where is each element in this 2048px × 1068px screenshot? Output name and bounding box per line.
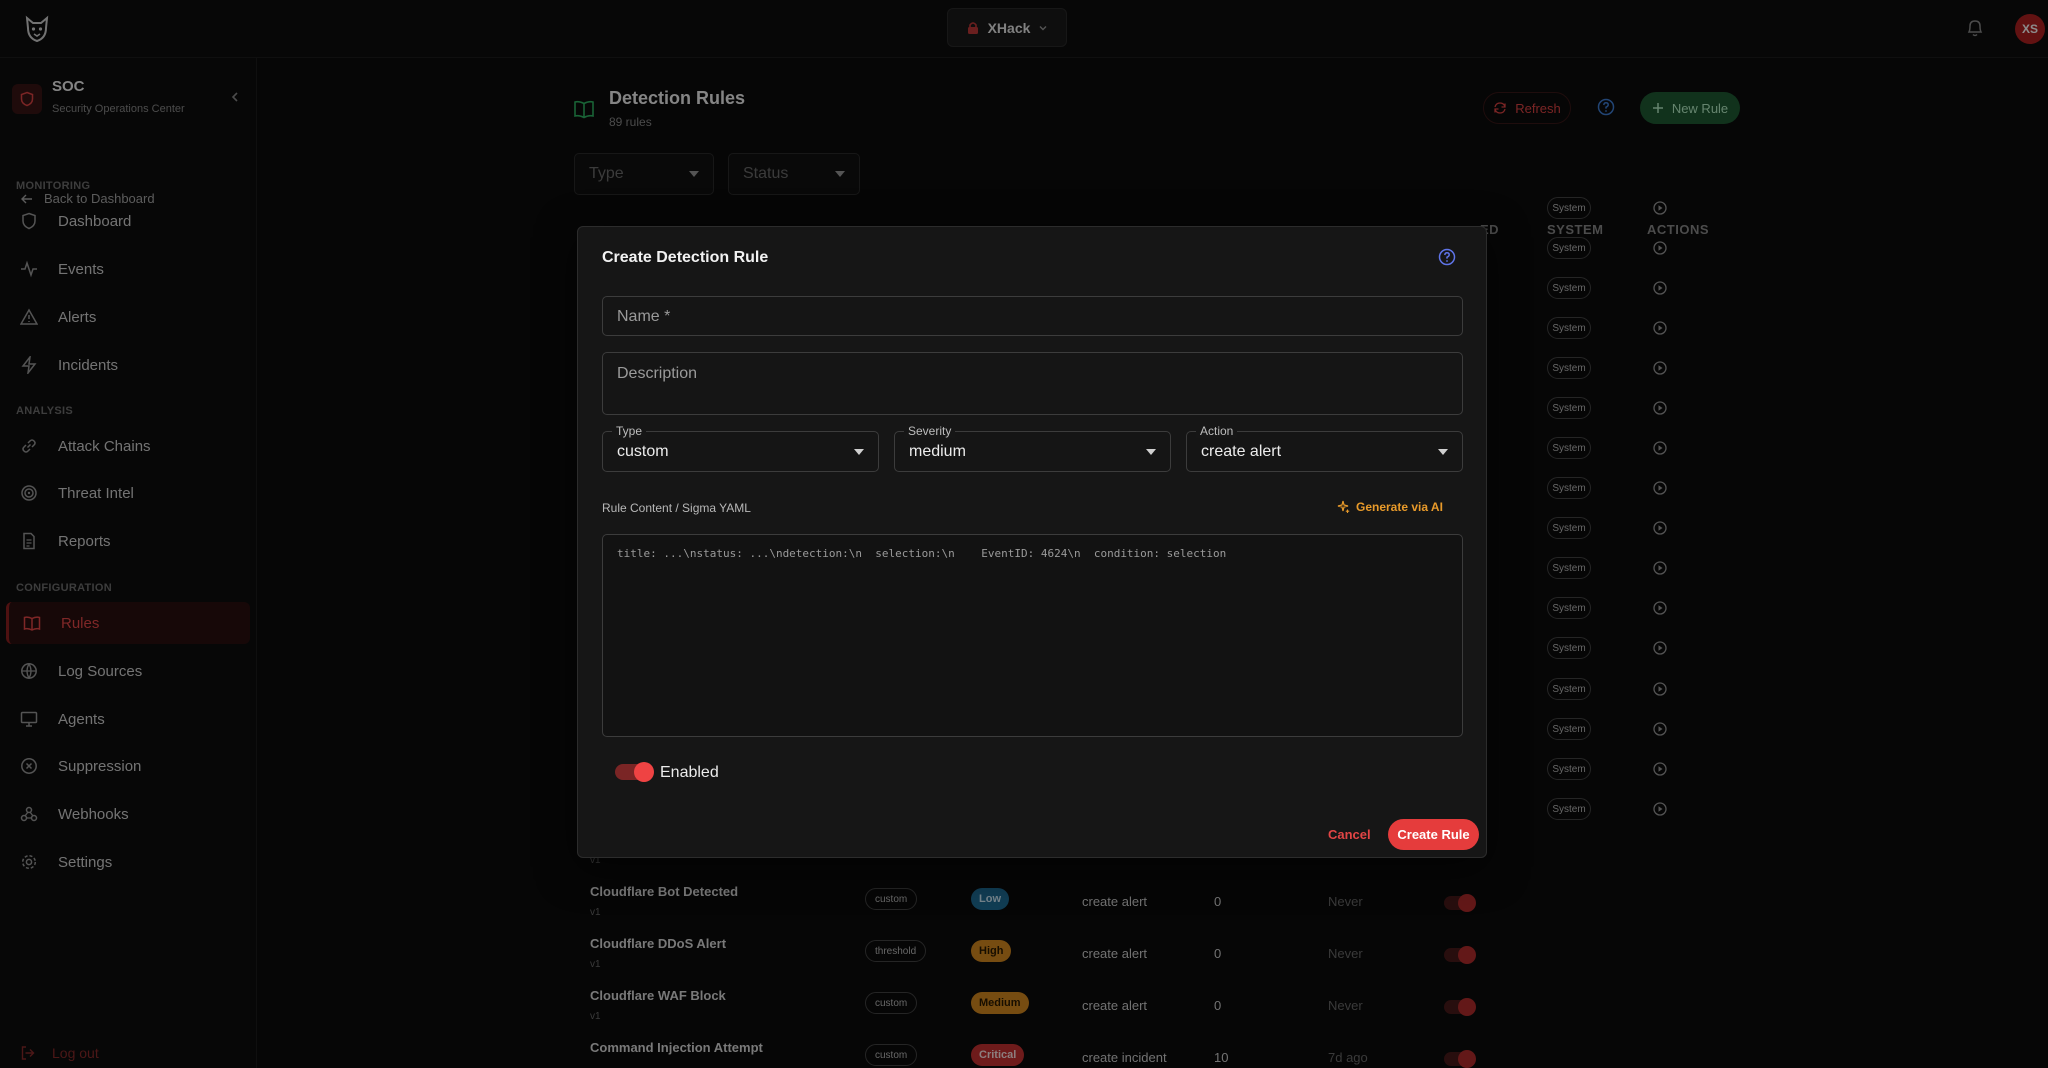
caret-down-icon [1146, 449, 1156, 455]
rule-content-label: Rule Content / Sigma YAML [602, 501, 751, 515]
description-placeholder: Description [617, 365, 698, 382]
enabled-toggle[interactable] [615, 762, 654, 782]
sparkles-icon [1337, 500, 1350, 513]
generate-via-ai-button[interactable]: Generate via AI [1336, 500, 1443, 514]
dialog-title: Create Detection Rule [602, 249, 769, 266]
rule-description-field[interactable]: Description [602, 352, 1463, 415]
type-value: custom [617, 443, 669, 460]
severity-label: Severity [904, 424, 956, 438]
caret-down-icon [1438, 449, 1448, 455]
yaml-placeholder: title: ...\nstatus: ...\ndetection:\n se… [617, 547, 1227, 560]
caret-down-icon [854, 449, 864, 455]
create-rule-dialog: Create Detection Rule Name * Description… [577, 226, 1487, 858]
rule-severity-select[interactable]: Severity medium [894, 424, 1171, 472]
action-label: Action [1196, 424, 1238, 438]
severity-value: medium [909, 443, 966, 460]
action-value: create alert [1201, 443, 1282, 460]
generate-label: Generate via AI [1356, 500, 1443, 514]
rule-type-select[interactable]: Type custom [602, 424, 879, 472]
rule-name-field[interactable]: Name * [602, 296, 1463, 336]
sigma-yaml-editor[interactable]: title: ...\nstatus: ...\ndetection:\n se… [602, 534, 1463, 737]
enabled-label: Enabled [660, 764, 719, 781]
help-icon[interactable] [1438, 248, 1456, 266]
create-rule-button[interactable]: Create Rule [1388, 819, 1479, 850]
rule-action-select[interactable]: Action create alert [1186, 424, 1463, 472]
cancel-button[interactable]: Cancel [1328, 827, 1371, 842]
name-placeholder: Name * [617, 308, 671, 325]
type-label: Type [612, 424, 647, 438]
